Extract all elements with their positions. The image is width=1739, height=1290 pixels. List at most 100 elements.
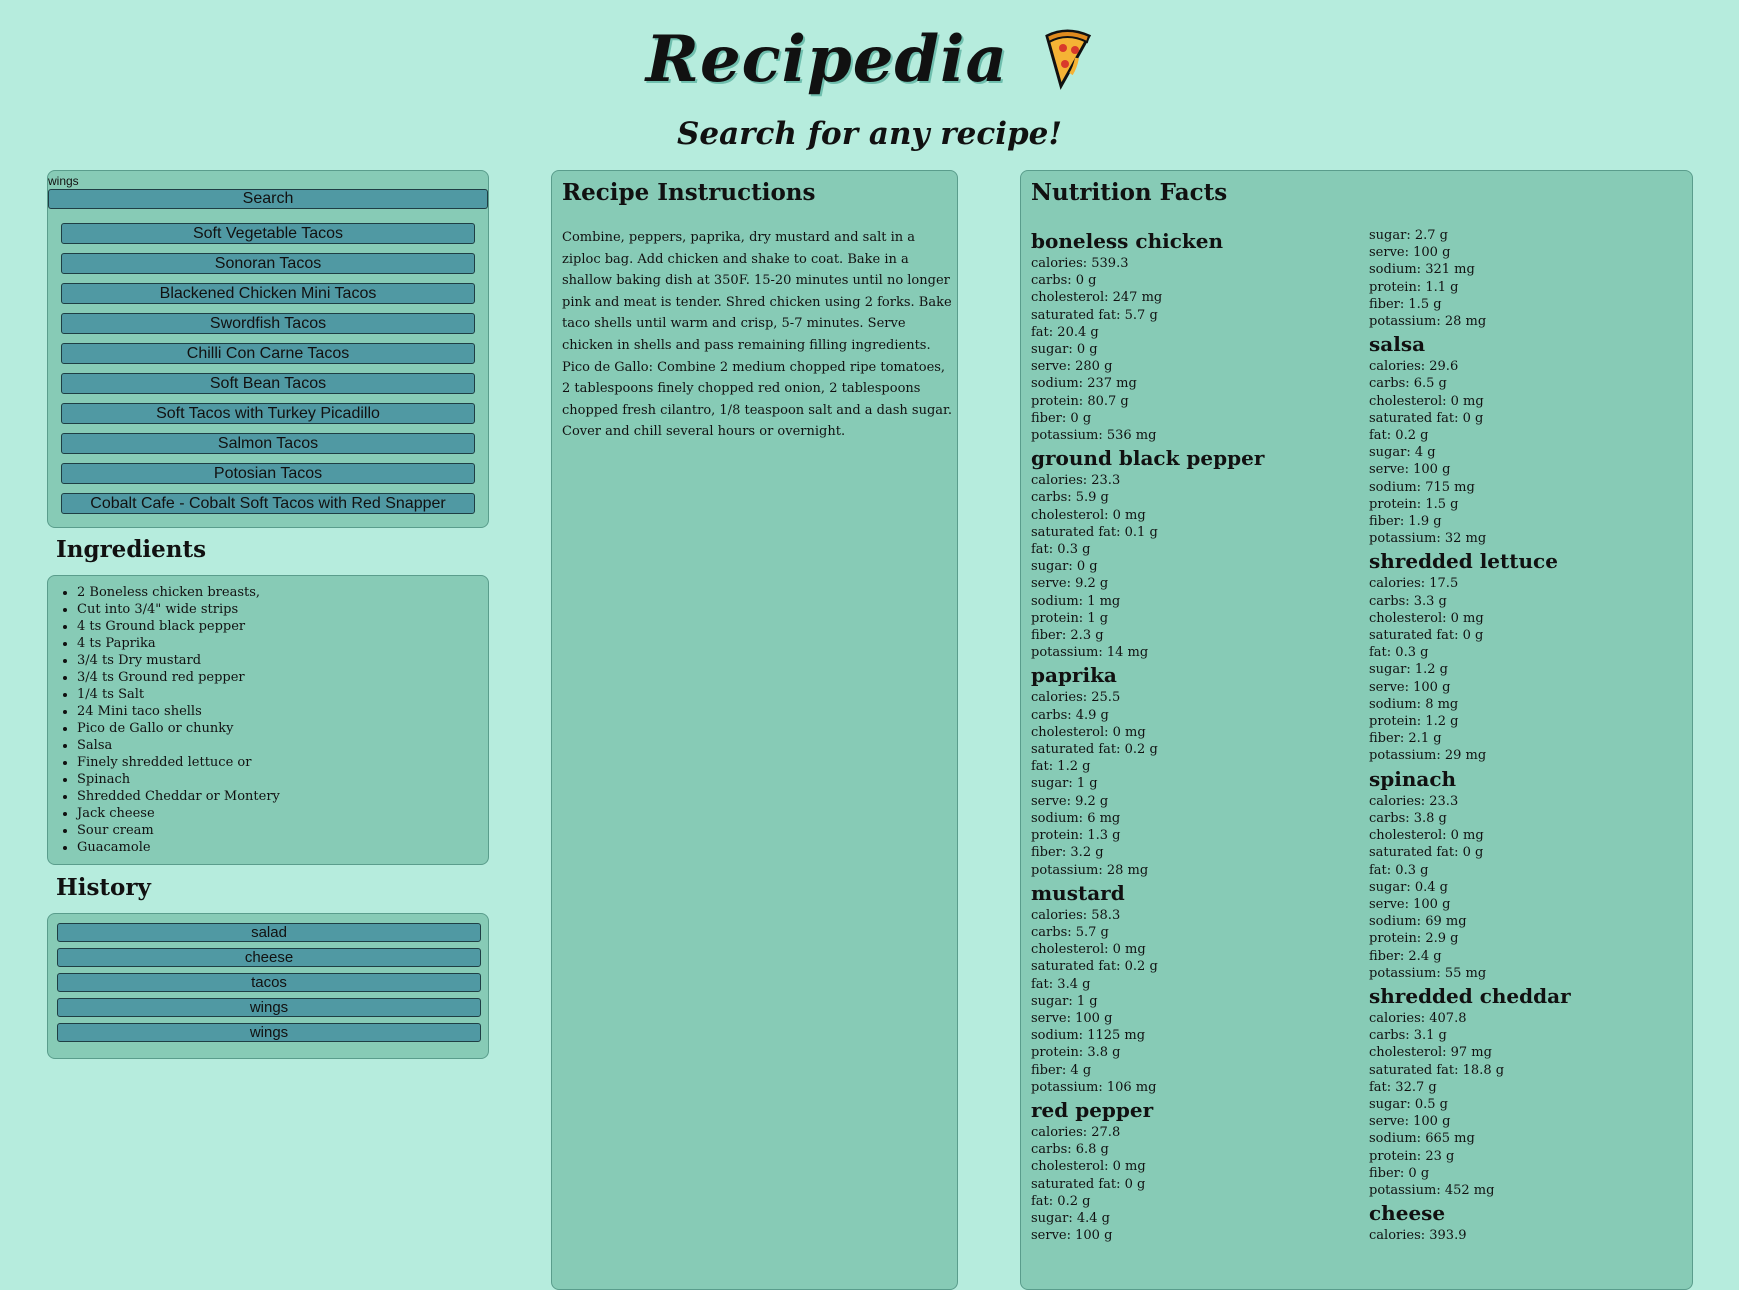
nutrition-row: carbs: 6.8 g	[1031, 1142, 1109, 1158]
search-input[interactable]	[48, 173, 484, 188]
nutrition-row: potassium: 536 mg	[1031, 428, 1157, 444]
nutrition-row: protein: 1.2 g	[1369, 714, 1459, 730]
nutrition-row: carbs: 5.7 g	[1031, 924, 1109, 940]
nutrition-row: fiber: 1.9 g	[1369, 514, 1442, 530]
nutrition-item: mustard calories: 58.3 carbs: 5.7 g cholest…	[1031, 879, 1351, 1096]
nutrition-row: serve: 100 g	[1031, 1228, 1113, 1244]
result-button[interactable]: Chilli Con Carne Tacos	[61, 343, 475, 364]
list-item: 2 Boneless chicken breasts,	[77, 584, 488, 601]
ingredients-heading: Ingredients	[56, 536, 207, 563]
app-title: Recipedia	[0, 22, 1739, 106]
ingredients-panel: 2 Boneless chicken breasts, Cut into 3/4…	[47, 575, 489, 865]
history-button[interactable]: cheese	[57, 948, 481, 967]
list-item: Finely shredded lettuce or	[77, 754, 488, 771]
nutrition-row: saturated fat: 0 g	[1031, 1176, 1146, 1192]
nutrition-item-name: ground black pepper	[1031, 446, 1265, 471]
nutrition-row: fat: 0.3 g	[1031, 542, 1091, 558]
result-button[interactable]: Swordfish Tacos	[61, 313, 475, 334]
nutrition-item: salsa calories: 29.6 carbs: 6.5 g cholester…	[1369, 330, 1689, 547]
nutrition-row: calories: 407.8	[1369, 1010, 1467, 1026]
nutrition-row: cholesterol: 0 mg	[1369, 828, 1484, 844]
nutrition-row: calories: 539.3	[1031, 256, 1129, 271]
list-item: Pico de Gallo or chunky	[77, 720, 488, 737]
list-item: Cut into 3/4" wide strips	[77, 601, 488, 618]
nutrition-row: calories: 17.5	[1369, 576, 1459, 592]
nutrition-row: serve: 9.2 g	[1031, 576, 1109, 592]
nutrition-row: saturated fat: 0.1 g	[1031, 524, 1158, 540]
nutrition-row: potassium: 452 mg	[1369, 1182, 1495, 1198]
nutrition-item-name: cheese	[1369, 1201, 1446, 1226]
app-title-text: Recipedia	[645, 22, 1008, 97]
nutrition-row: potassium: 32 mg	[1369, 531, 1487, 547]
result-button[interactable]: Soft Tacos with Turkey Picadillo	[61, 403, 475, 424]
result-button[interactable]: Cobalt Cafe - Cobalt Soft Tacos with Red…	[61, 493, 475, 514]
result-button[interactable]: Blackened Chicken Mini Tacos	[61, 283, 475, 304]
nutrition-row: calories: 27.8	[1031, 1124, 1121, 1140]
result-button[interactable]: Potosian Tacos	[61, 463, 475, 484]
nutrition-row: calories: 23.3	[1031, 473, 1121, 489]
nutrition-heading: Nutrition Facts	[1031, 179, 1228, 206]
nutrition-row: serve: 100 g	[1369, 245, 1451, 261]
nutrition-row: fat: 0.2 g	[1369, 428, 1429, 444]
history-button[interactable]: tacos	[57, 973, 481, 992]
nutrition-row: serve: 9.2 g	[1031, 793, 1109, 809]
search-button[interactable]: Search	[48, 189, 488, 209]
result-button[interactable]: Soft Bean Tacos	[61, 373, 475, 394]
nutrition-row: sugar: 0.4 g	[1369, 879, 1448, 895]
nutrition-row: fiber: 1.5 g	[1369, 296, 1442, 312]
list-item: 1/4 ts Salt	[77, 686, 488, 703]
nutrition-column-2: sugar: 2.7 g serve: 100 g sodium: 321 mg pr…	[1369, 227, 1689, 1244]
result-button[interactable]: Soft Vegetable Tacos	[61, 223, 475, 244]
history-button[interactable]: wings	[57, 1023, 481, 1042]
nutrition-row: carbs: 0 g	[1031, 273, 1097, 289]
nutrition-row: cholesterol: 0 mg	[1031, 507, 1146, 523]
page-header: Recipedia Search for any recipe!	[0, 0, 1739, 170]
nutrition-row: sodium: 665 mg	[1369, 1131, 1475, 1147]
nutrition-row: fiber: 0 g	[1031, 410, 1092, 426]
nutrition-row: sugar: 1 g	[1031, 993, 1098, 1009]
nutrition-row: fat: 32.7 g	[1369, 1079, 1437, 1095]
nutrition-item-name: salsa	[1369, 332, 1426, 357]
instructions-panel: Recipe Instructions Combine, peppers, pa…	[551, 170, 958, 1290]
instructions-heading: Recipe Instructions	[562, 179, 816, 206]
app-subtitle: Search for any recipe!	[676, 116, 1063, 152]
list-item: Spinach	[77, 771, 488, 788]
nutrition-item-name: spinach	[1369, 766, 1457, 791]
nutrition-item-name: mustard	[1031, 880, 1125, 905]
list-item: Salsa	[77, 737, 488, 754]
list-item: 3/4 ts Ground red pepper	[77, 669, 488, 686]
list-item: Shredded Cheddar or Montery	[77, 788, 488, 805]
nutrition-item-continued: sugar: 2.7 g serve: 100 g sodium: 321 mg pr…	[1369, 227, 1689, 330]
nutrition-item-name: shredded cheddar	[1369, 983, 1571, 1008]
list-item: Guacamole	[77, 839, 488, 856]
nutrition-row: calories: 393.9	[1369, 1228, 1467, 1244]
nutrition-row: protein: 3.8 g	[1031, 1045, 1121, 1061]
history-button[interactable]: salad	[57, 923, 481, 942]
nutrition-row: fat: 0.3 g	[1369, 645, 1429, 661]
nutrition-row: fiber: 3.2 g	[1031, 845, 1104, 861]
search-results: Soft Vegetable Tacos Sonoran Tacos Black…	[61, 223, 475, 523]
nutrition-row: cholesterol: 247 mg	[1031, 290, 1163, 306]
result-button[interactable]: Sonoran Tacos	[61, 253, 475, 274]
nutrition-row: potassium: 14 mg	[1031, 645, 1149, 661]
pizza-icon	[1041, 24, 1093, 106]
nutrition-row: carbs: 5.9 g	[1031, 490, 1109, 506]
nutrition-panel: Nutrition Facts boneless chicken calories…	[1020, 170, 1693, 1290]
nutrition-row: sodium: 1125 mg	[1031, 1028, 1146, 1044]
nutrition-row: cholesterol: 0 mg	[1031, 1159, 1146, 1175]
nutrition-item-name: shredded lettuce	[1369, 549, 1558, 574]
nutrition-row: serve: 100 g	[1369, 896, 1451, 912]
nutrition-row: calories: 29.6	[1369, 359, 1459, 375]
nutrition-item: cheese calories: 393.9	[1369, 1199, 1689, 1244]
list-item: 4 ts Ground black pepper	[77, 618, 488, 635]
nutrition-row: fiber: 0 g	[1369, 1165, 1430, 1181]
history-button[interactable]: wings	[57, 998, 481, 1017]
nutrition-item: ground black pepper calories: 23.3 carbs: …	[1031, 444, 1351, 661]
nutrition-row: serve: 100 g	[1369, 1114, 1451, 1130]
list-item: 3/4 ts Dry mustard	[77, 652, 488, 669]
result-button[interactable]: Salmon Tacos	[61, 433, 475, 454]
nutrition-row: saturated fat: 0.2 g	[1031, 742, 1158, 758]
nutrition-row: sugar: 0 g	[1031, 559, 1098, 575]
nutrition-row: saturated fat: 5.7 g	[1031, 307, 1158, 323]
nutrition-item-name: red pepper	[1031, 1097, 1154, 1122]
